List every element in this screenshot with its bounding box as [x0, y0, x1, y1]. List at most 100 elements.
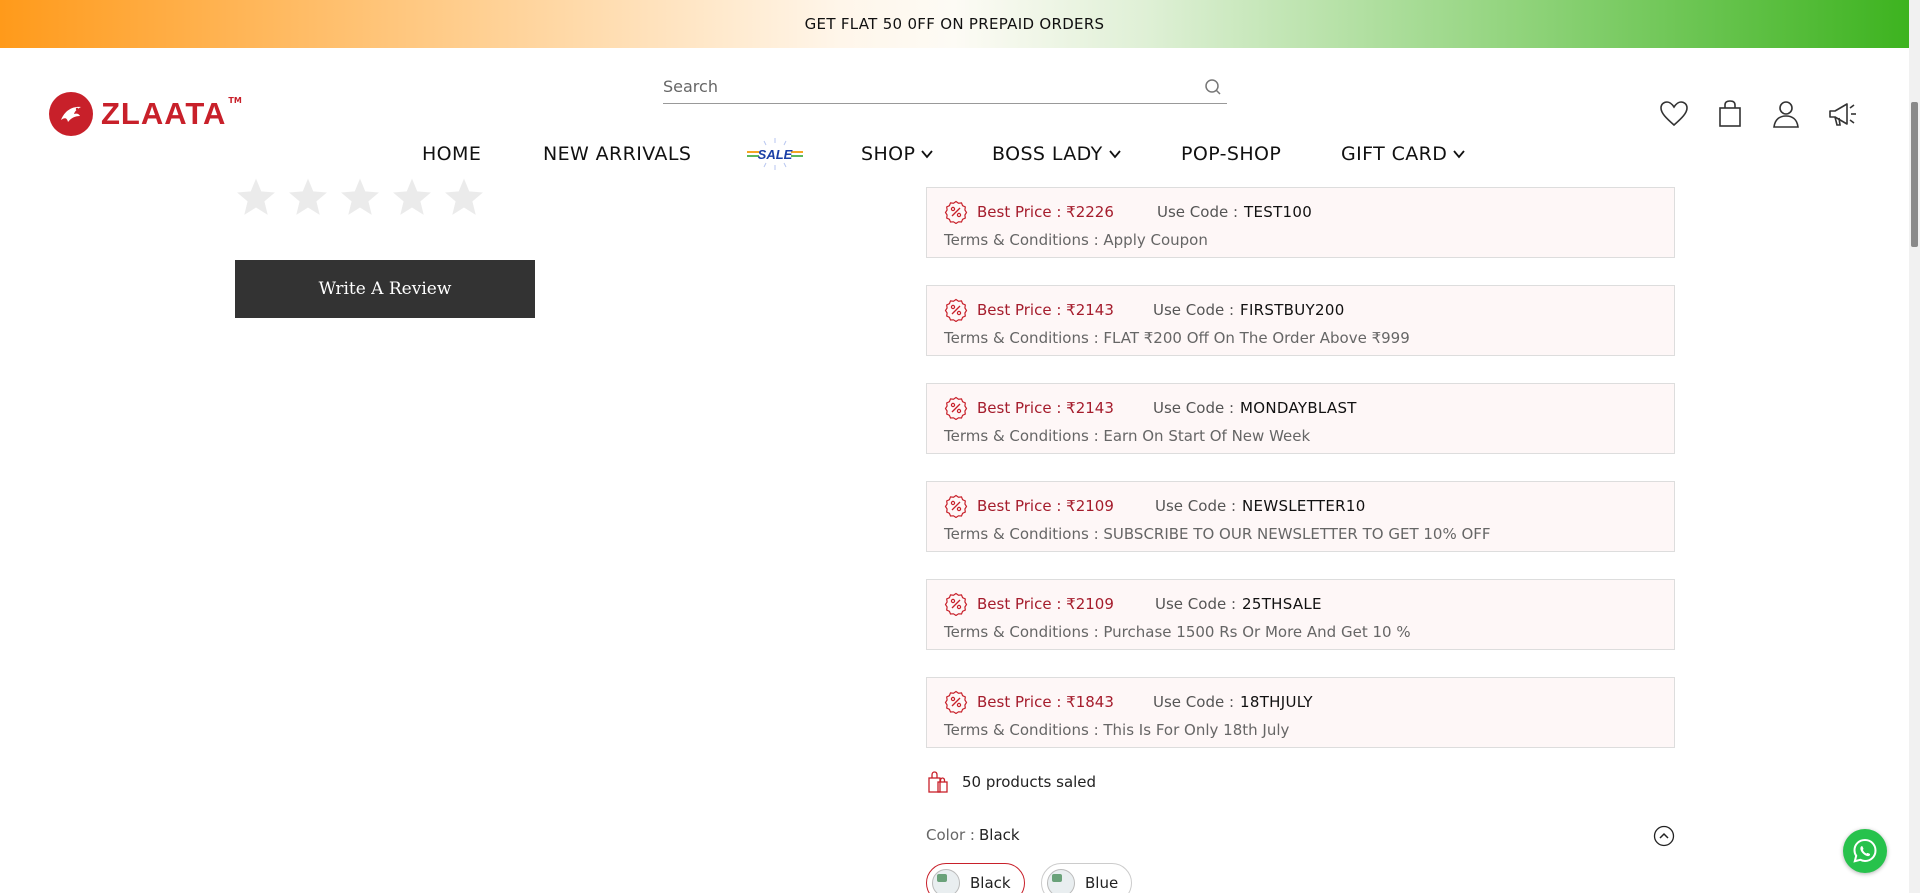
- coupon-code[interactable]: 25THSALE: [1242, 595, 1322, 613]
- logo[interactable]: ZLAATA TM: [49, 92, 242, 136]
- heart-icon[interactable]: [1658, 98, 1690, 130]
- coupon-code-label: Use Code :: [1157, 203, 1239, 221]
- whatsapp-chat-button[interactable]: [1843, 829, 1887, 873]
- coupon-card[interactable]: Best Price : ₹1843 Use Code : 18THJULY Ter…: [926, 677, 1675, 748]
- sold-count: 50 products saled: [926, 770, 1096, 794]
- color-option-black[interactable]: Black: [926, 863, 1025, 893]
- site-header: ZLAATA TM HOME NEW ARRIVALS: [0, 48, 1909, 186]
- chevron-up-circle-icon[interactable]: [1653, 825, 1675, 847]
- page: GET FLAT 50 0FF ON PREPAID ORDERS ZLAATA…: [0, 0, 1920, 893]
- main-nav: HOME NEW ARRIVALS SALE SHOP BOSS LADY PO…: [0, 132, 1909, 176]
- coupon-card[interactable]: Best Price : ₹2226 Use Code : TEST100 Term…: [926, 187, 1675, 258]
- announcement-bar: GET FLAT 50 0FF ON PREPAID ORDERS: [0, 0, 1909, 48]
- sale-badge-icon: SALE: [747, 138, 803, 170]
- chevron-down-icon: [1108, 150, 1121, 159]
- nav-pop-shop[interactable]: POP-SHOP: [1181, 132, 1281, 176]
- coupon-code-label: Use Code :: [1153, 301, 1235, 319]
- logo-trademark: TM: [228, 95, 242, 105]
- search-input[interactable]: [663, 77, 1203, 96]
- shopping-bags-icon: [928, 771, 948, 793]
- nav-pop-shop-label: POP-SHOP: [1181, 143, 1282, 165]
- star-icon[interactable]: [391, 176, 433, 218]
- star-icon[interactable]: [443, 176, 485, 218]
- star-icon[interactable]: [339, 176, 381, 218]
- search-icon[interactable]: [1203, 77, 1223, 97]
- discount-percent-icon: [944, 396, 968, 420]
- coupon-best-price: Best Price : ₹2109: [977, 497, 1114, 515]
- coupon-header: Best Price : ₹2109 Use Code : 25THSALE: [944, 592, 1322, 616]
- coupon-code[interactable]: MONDAYBLAST: [1240, 399, 1357, 417]
- nav-home-label: HOME: [422, 143, 482, 165]
- coupon-code[interactable]: FIRSTBUY200: [1240, 301, 1345, 319]
- coupon-terms: Terms & Conditions : FLAT ₹200 Off On Th…: [944, 329, 1410, 347]
- whatsapp-icon: [1853, 838, 1877, 863]
- coupon-best-price: Best Price : ₹2109: [977, 595, 1114, 613]
- color-selector-header: Color : Black: [926, 822, 1675, 848]
- color-label: Color :: [926, 826, 975, 844]
- sold-count-text: 50 products saled: [962, 773, 1097, 791]
- discount-percent-icon: [944, 298, 968, 322]
- discount-percent-icon: [944, 200, 968, 224]
- logo-bird-icon: [49, 92, 93, 136]
- coupon-terms: Terms & Conditions : Purchase 1500 Rs Or…: [944, 623, 1411, 641]
- nav-new-arrivals-label: NEW ARRIVALS: [543, 143, 692, 165]
- color-option-blue[interactable]: Blue: [1041, 863, 1132, 893]
- coupon-card[interactable]: Best Price : ₹2109 Use Code : 25THSALE Ter…: [926, 579, 1675, 650]
- megaphone-icon[interactable]: [1826, 98, 1858, 130]
- color-selected-value: Black: [978, 826, 1020, 844]
- color-thumbnail: [1047, 869, 1075, 893]
- discount-percent-icon: [944, 690, 968, 714]
- coupon-code[interactable]: 18THJULY: [1240, 693, 1313, 711]
- color-option-label: Blue: [1085, 874, 1119, 892]
- nav-home[interactable]: HOME: [422, 132, 481, 176]
- coupon-card[interactable]: Best Price : ₹2143 Use Code : FIRSTBUY200…: [926, 285, 1675, 356]
- nav-boss-lady-label: BOSS LADY: [992, 143, 1103, 165]
- discount-percent-icon: [944, 494, 968, 518]
- nav-boss-lady[interactable]: BOSS LADY: [992, 132, 1122, 176]
- coupon-code-label: Use Code :: [1153, 399, 1235, 417]
- coupon-card[interactable]: Best Price : ₹2143 Use Code : MONDAYBLAST…: [926, 383, 1675, 454]
- color-thumbnail: [932, 869, 960, 893]
- coupon-code-label: Use Code :: [1155, 497, 1237, 515]
- write-review-button[interactable]: Write A Review: [235, 260, 535, 318]
- coupon-best-price: Best Price : ₹2226: [977, 203, 1114, 221]
- chevron-down-icon: [921, 150, 934, 159]
- coupon-header: Best Price : ₹2226 Use Code : TEST100: [944, 200, 1312, 224]
- coupon-terms: Terms & Conditions : Earn On Start Of Ne…: [944, 427, 1311, 445]
- coupon-code[interactable]: TEST100: [1244, 203, 1312, 221]
- coupon-terms: Terms & Conditions : SUBSCRIBE TO OUR NE…: [944, 525, 1491, 543]
- star-icon[interactable]: [235, 176, 277, 218]
- coupon-terms: Terms & Conditions : This Is For Only 18…: [944, 721, 1290, 739]
- coupon-header: Best Price : ₹1843 Use Code : 18THJULY: [944, 690, 1313, 714]
- search-bar: [663, 70, 1227, 104]
- coupon-terms: Terms & Conditions : Apply Coupon: [944, 231, 1208, 249]
- scrollbar-thumb[interactable]: [1911, 102, 1918, 247]
- coupon-card[interactable]: Best Price : ₹2109 Use Code : NEWSLETTER1…: [926, 481, 1675, 552]
- color-option-label: Black: [970, 874, 1011, 892]
- coupon-code[interactable]: NEWSLETTER10: [1242, 497, 1366, 515]
- star-icon[interactable]: [287, 176, 329, 218]
- nav-gift-card-label: GIFT CARD: [1341, 143, 1448, 165]
- coupon-code-label: Use Code :: [1153, 693, 1235, 711]
- coupon-header: Best Price : ₹2109 Use Code : NEWSLETTER1…: [944, 494, 1366, 518]
- coupon-best-price: Best Price : ₹2143: [977, 301, 1114, 319]
- nav-sale[interactable]: SALE: [744, 136, 806, 172]
- coupon-header: Best Price : ₹2143 Use Code : MONDAYBLAST: [944, 396, 1357, 420]
- page-scrollbar[interactable]: [1909, 0, 1920, 893]
- logo-text: ZLAATA: [101, 96, 227, 131]
- announcement-text: GET FLAT 50 0FF ON PREPAID ORDERS: [804, 15, 1105, 33]
- nav-shop[interactable]: SHOP: [861, 132, 934, 176]
- nav-shop-label: SHOP: [861, 143, 916, 165]
- coupon-header: Best Price : ₹2143 Use Code : FIRSTBUY200: [944, 298, 1345, 322]
- user-icon[interactable]: [1770, 98, 1802, 130]
- sale-badge-text: SALE: [758, 147, 793, 162]
- coupon-best-price: Best Price : ₹1843: [977, 693, 1114, 711]
- discount-percent-icon: [944, 592, 968, 616]
- chevron-down-icon: [1453, 150, 1465, 159]
- nav-new-arrivals[interactable]: NEW ARRIVALS: [543, 132, 691, 176]
- coupon-best-price: Best Price : ₹2143: [977, 399, 1114, 417]
- nav-gift-card[interactable]: GIFT CARD: [1341, 132, 1466, 176]
- rating-stars: [235, 176, 495, 218]
- shopping-bag-icon[interactable]: [1714, 98, 1746, 130]
- coupon-code-label: Use Code :: [1155, 595, 1237, 613]
